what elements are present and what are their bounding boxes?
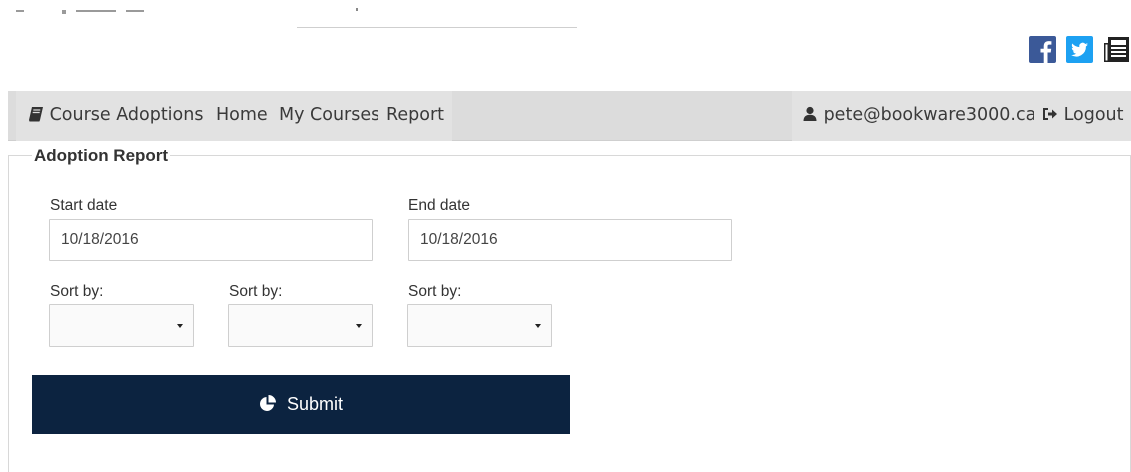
sort-by-label-3: Sort by:: [408, 283, 462, 300]
logout-label: Logout: [1063, 105, 1124, 125]
nav-item-home[interactable]: Home: [208, 91, 276, 141]
sort-by-select-2[interactable]: [228, 304, 373, 347]
facebook-icon[interactable]: [1029, 36, 1056, 63]
search-underline: [297, 27, 577, 28]
nav-item-report[interactable]: Report: [378, 91, 453, 141]
submit-button[interactable]: Submit: [32, 375, 570, 434]
sort-by-label-2: Sort by:: [229, 283, 283, 300]
user-icon: [803, 106, 817, 121]
user-account-link[interactable]: pete@bookware3000.ca: [792, 91, 1045, 141]
top-navbar: Course Adoptions Home My Courses Report …: [8, 91, 1131, 141]
newspaper-icon[interactable]: [1103, 36, 1131, 63]
end-date-field[interactable]: 10/18/2016: [408, 219, 732, 261]
submit-label: Submit: [286, 394, 344, 414]
end-date-label: End date: [408, 197, 471, 214]
header-fragment-mark: [356, 8, 358, 11]
user-email: pete@bookware3000.ca: [823, 105, 1037, 125]
caret-down-icon: [535, 324, 541, 328]
nav-item-my-courses[interactable]: My Courses: [271, 91, 389, 141]
logout-link[interactable]: Logout: [1034, 91, 1131, 141]
book-icon: [29, 106, 43, 121]
panel-title: Adoption Report: [32, 146, 171, 166]
header-fragment: [16, 8, 146, 18]
sort-by-select-1[interactable]: [49, 304, 194, 347]
brand-label: Course Adoptions: [49, 105, 204, 125]
sign-out-icon: [1043, 107, 1057, 120]
twitter-icon[interactable]: [1066, 36, 1093, 63]
caret-down-icon: [356, 324, 362, 328]
start-date-label: Start date: [50, 197, 118, 214]
start-date-field[interactable]: 10/18/2016: [49, 219, 373, 261]
pie-chart-icon: [259, 394, 276, 411]
sort-by-select-3[interactable]: [407, 304, 552, 347]
brand-link[interactable]: Course Adoptions: [16, 91, 216, 141]
sort-by-label-1: Sort by:: [50, 283, 104, 300]
caret-down-icon: [177, 324, 183, 328]
